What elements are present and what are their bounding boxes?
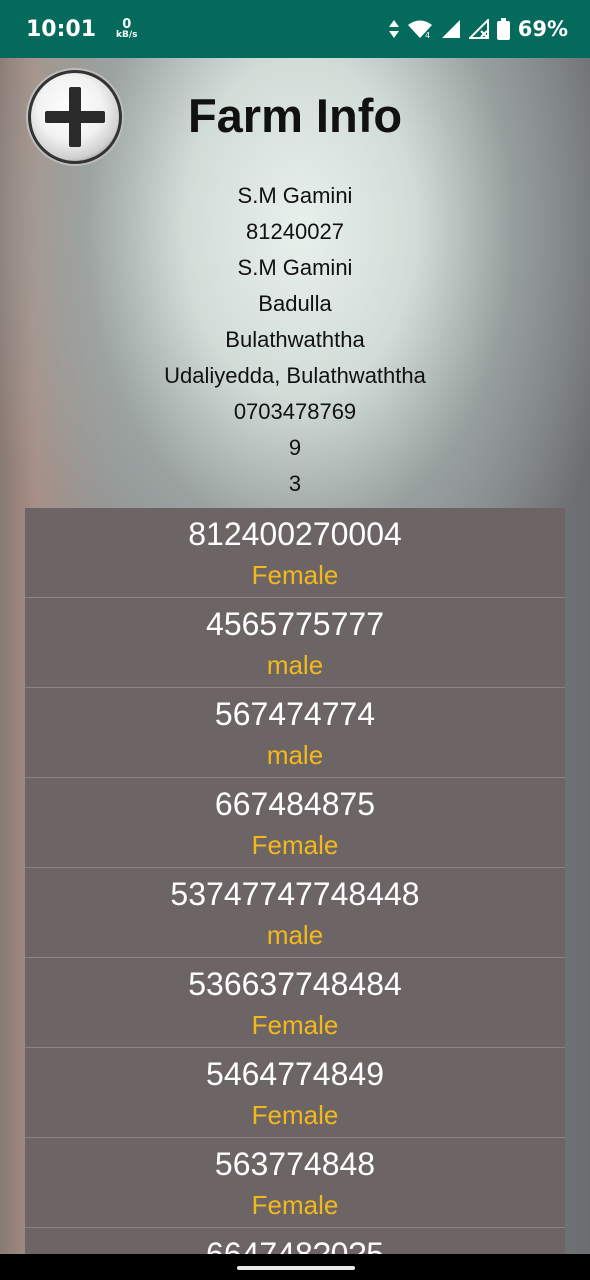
animal-id: 536637748484 xyxy=(188,966,402,1002)
cell-signal-icon xyxy=(441,20,460,38)
list-item[interactable]: 53747747748448 male xyxy=(25,868,565,958)
svg-text:4: 4 xyxy=(425,31,430,39)
farmer-name: S.M Gamini xyxy=(237,183,353,208)
list-item[interactable]: 567474774 male xyxy=(25,688,565,778)
animal-id: 53747747748448 xyxy=(170,876,420,912)
list-item[interactable]: 5464774849 Female xyxy=(25,1048,565,1138)
address: Udaliyedda, Bulathwaththa xyxy=(164,363,426,388)
count-value-2: 3 xyxy=(288,471,302,496)
page-title: Farm Info xyxy=(187,89,403,142)
data-arrows-icon xyxy=(388,20,399,38)
animal-gender: Female xyxy=(251,830,339,860)
animal-gender: male xyxy=(266,740,324,770)
animal-gender: male xyxy=(266,650,324,680)
status-time: 10:01 xyxy=(26,16,97,42)
animal-id: 4565775777 xyxy=(206,606,384,642)
district: Badulla xyxy=(258,291,332,316)
status-icons: 4 69% xyxy=(388,17,568,41)
division: Bulathwaththa xyxy=(225,327,365,352)
list-item[interactable]: 812400270004 Female xyxy=(25,508,565,598)
list-item[interactable]: 667484875 Female xyxy=(25,778,565,868)
animal-id: 567474774 xyxy=(214,696,376,732)
cell-signal-no-data-icon xyxy=(468,19,489,39)
animal-gender: Female xyxy=(251,1010,339,1040)
farm-id: 81240027 xyxy=(246,219,344,244)
animal-gender: Female xyxy=(251,560,339,590)
animal-list[interactable]: 812400270004 Female 4565775777 male 5674… xyxy=(25,508,565,1254)
list-item[interactable]: 563774848 Female xyxy=(25,1138,565,1228)
list-item[interactable]: 4565775777 male xyxy=(25,598,565,688)
battery-icon xyxy=(496,18,510,40)
phone-number: 0703478769 xyxy=(233,399,357,424)
wifi-icon: 4 xyxy=(407,20,432,39)
animal-id: 664748?0?5 xyxy=(206,1236,384,1254)
status-bar: 10:01 0 kB/s 4 69% xyxy=(0,0,590,58)
home-gesture-handle[interactable] xyxy=(237,1266,355,1270)
farm-info-screen: Farm Info S.M Gamini 81240027 S.M Gamini… xyxy=(0,58,590,1254)
list-item[interactable]: 664748?0?5 xyxy=(25,1228,565,1254)
animal-id: 5464774849 xyxy=(206,1056,384,1092)
network-speed-unit: kB/s xyxy=(116,30,138,40)
owner-name: S.M Gamini xyxy=(237,255,353,280)
animal-id: 812400270004 xyxy=(188,516,402,552)
animal-id: 667484875 xyxy=(214,786,376,822)
animal-gender: male xyxy=(266,920,324,950)
farm-details: S.M Gamini 81240027 S.M Gamini Badulla B… xyxy=(0,178,590,502)
network-speed: 0 kB/s xyxy=(116,18,138,40)
navigation-bar xyxy=(0,1254,590,1280)
animal-gender: Female xyxy=(251,1100,339,1130)
count-value-1: 9 xyxy=(288,435,302,460)
animal-gender: Female xyxy=(251,1190,339,1220)
animal-id: 563774848 xyxy=(214,1146,376,1182)
battery-percent: 69% xyxy=(517,17,568,41)
list-item[interactable]: 536637748484 Female xyxy=(25,958,565,1048)
